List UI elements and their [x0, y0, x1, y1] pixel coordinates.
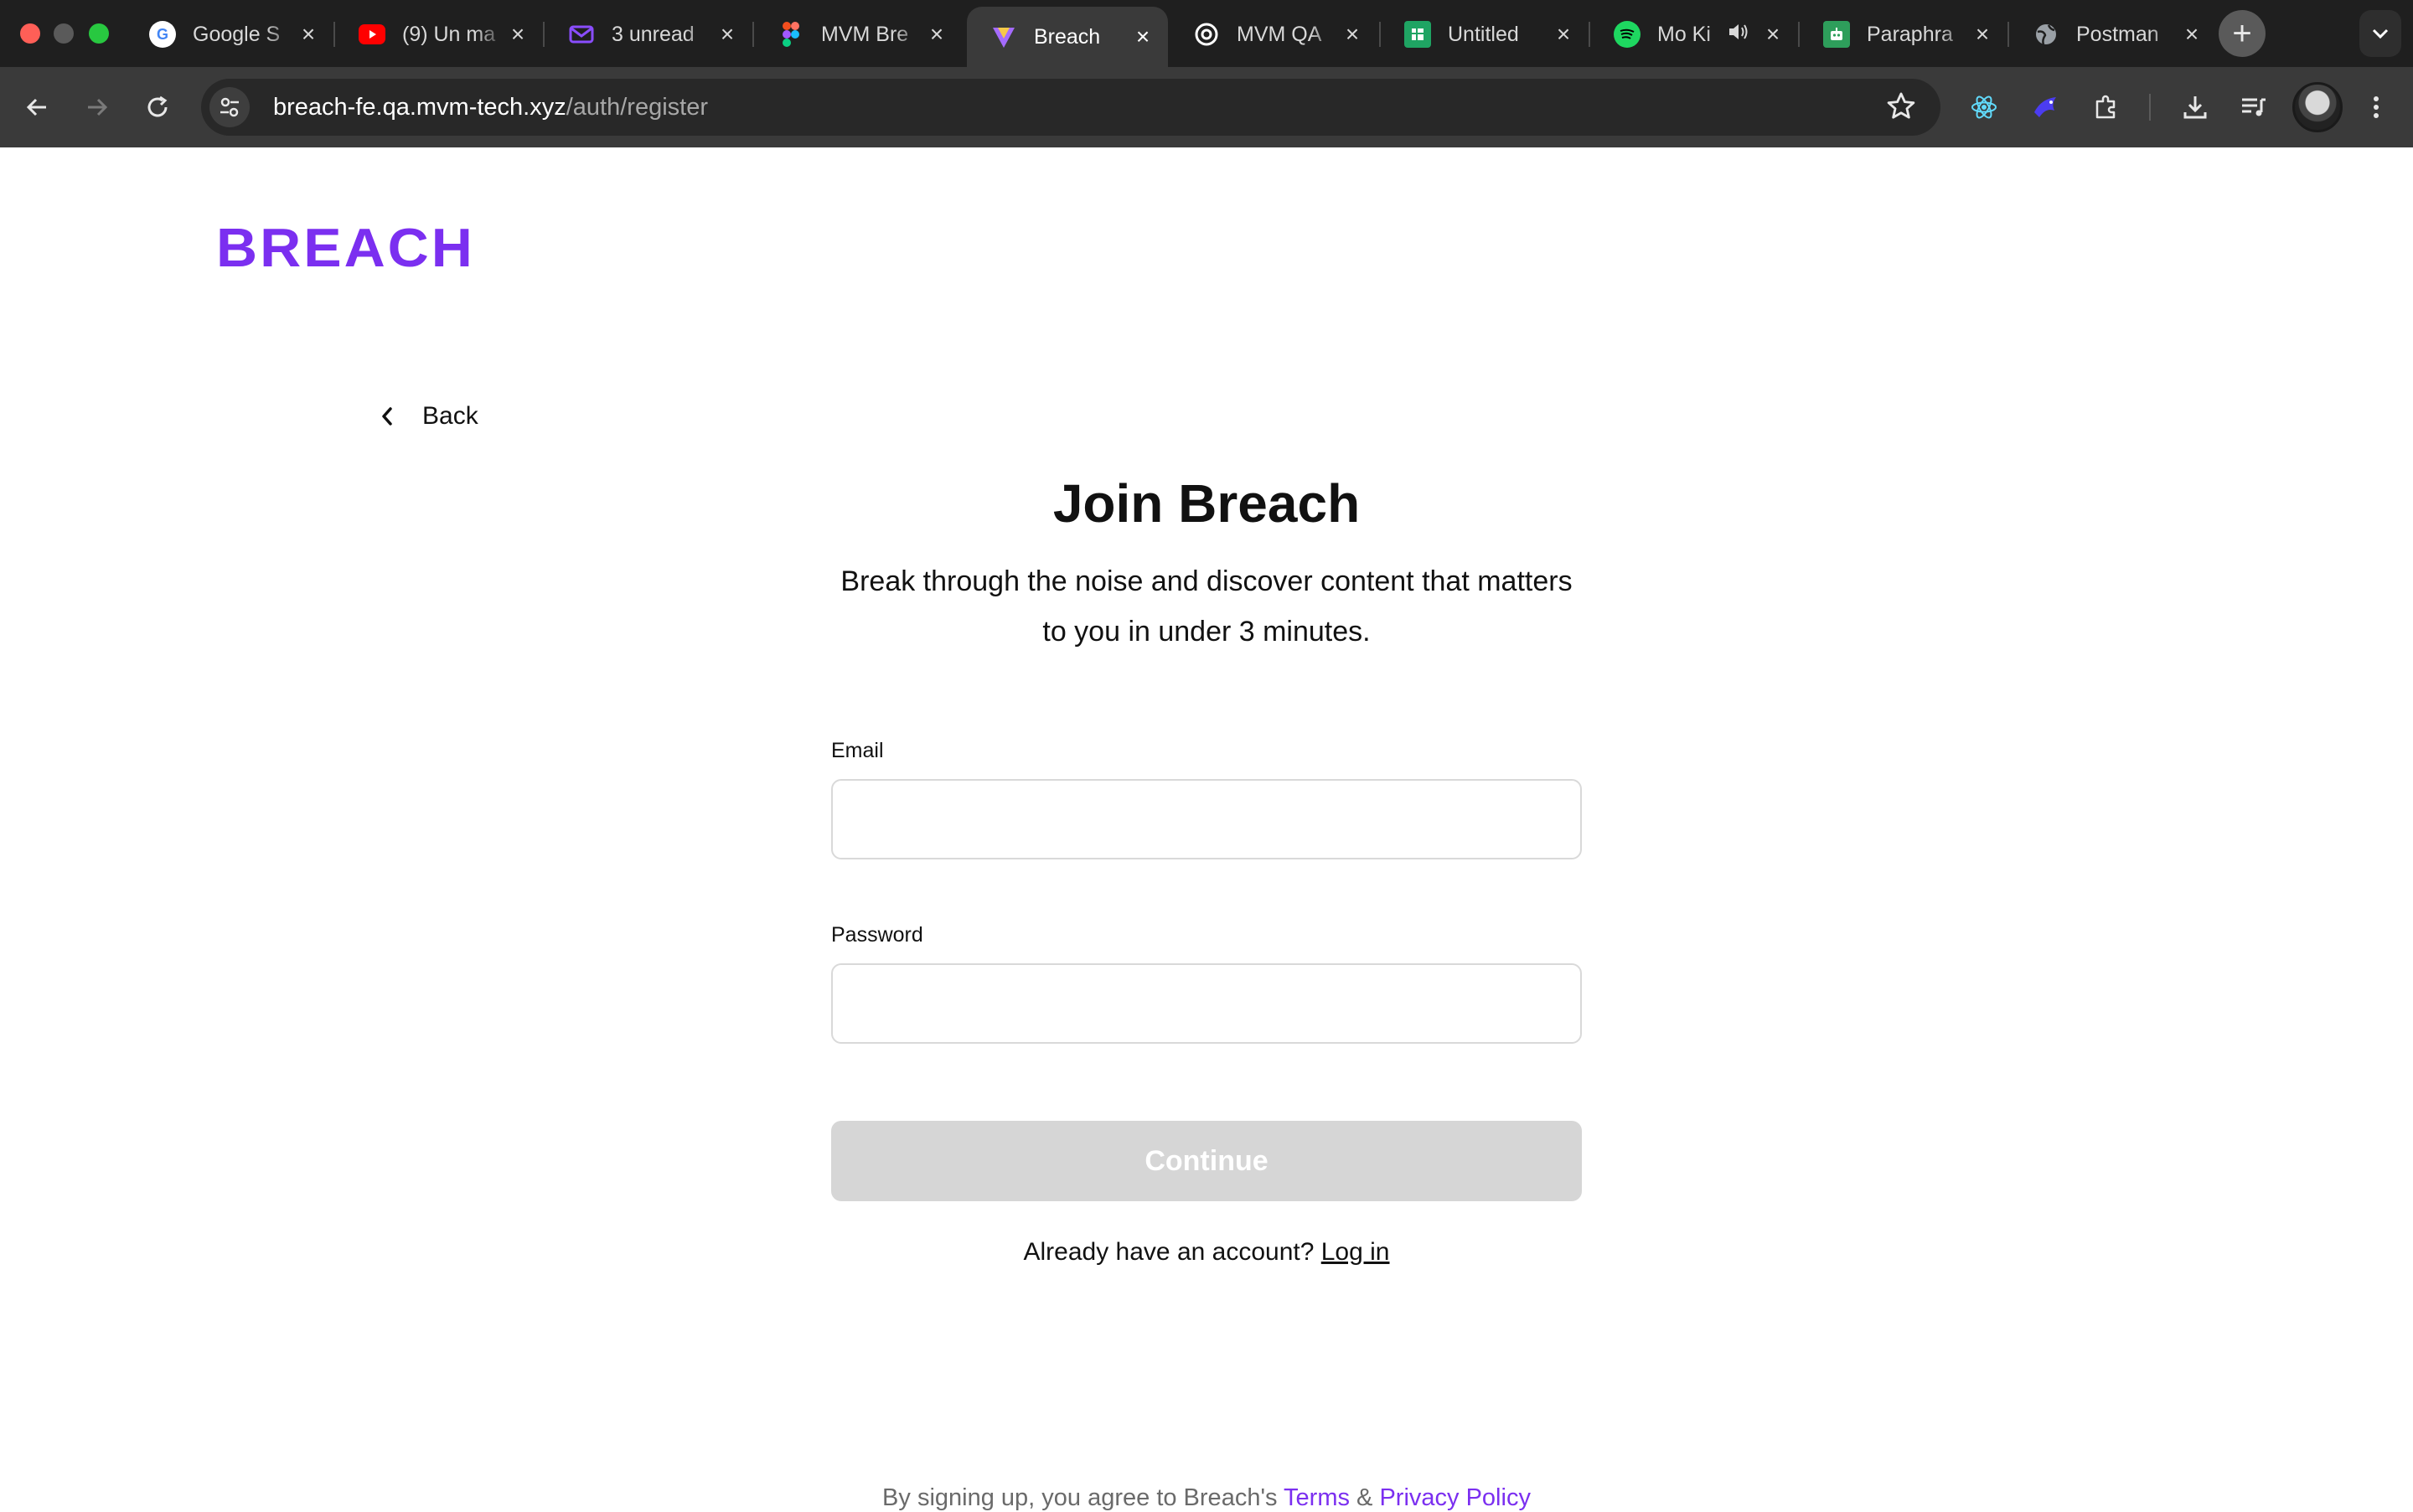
close-tab-icon[interactable]: × — [1552, 21, 1575, 47]
react-devtools-extension[interactable] — [1962, 85, 2006, 129]
login-prompt: Already have an account? Log in — [0, 1238, 2413, 1267]
extensions-button[interactable] — [2085, 85, 2128, 129]
terms-prefix: By signing up, you agree to Breach's — [882, 1484, 1278, 1511]
minimize-window-button[interactable] — [54, 23, 74, 44]
register-page: BREACH Back Join Breach Break through th… — [0, 147, 2413, 1511]
continue-button[interactable]: Continue — [831, 1121, 1582, 1201]
browser-tab[interactable]: (9) Un ma × — [335, 7, 543, 62]
reload-button[interactable] — [136, 85, 179, 129]
media-controls-button[interactable] — [2232, 85, 2276, 129]
sheets-icon — [1404, 21, 1431, 48]
browser-toolbar: breach-fe.qa.mvm-tech.xyz/auth/register — [0, 67, 2413, 147]
tab-search-button[interactable] — [2359, 10, 2401, 57]
mail-icon — [568, 21, 595, 48]
login-prompt-text: Already have an account? — [1023, 1238, 1315, 1266]
openai-icon — [1193, 21, 1220, 48]
close-tab-icon[interactable]: × — [297, 21, 320, 47]
reload-icon — [147, 95, 168, 117]
close-tab-icon[interactable]: × — [1971, 21, 1994, 47]
breach-logo[interactable]: BREACH — [216, 221, 475, 276]
maximize-window-button[interactable] — [89, 23, 109, 44]
speaker-icon[interactable] — [1728, 22, 1749, 48]
bot-icon — [1823, 21, 1850, 48]
spotify-icon — [1614, 21, 1641, 48]
arrow-left-icon — [26, 98, 46, 116]
chevron-left-icon — [379, 404, 404, 429]
close-window-button[interactable] — [20, 23, 40, 44]
bookmark-button[interactable] — [1885, 90, 1917, 126]
close-tab-icon[interactable]: × — [1341, 21, 1364, 47]
browser-menu-button[interactable] — [2354, 85, 2398, 129]
browser-tab[interactable]: MVM Bre × — [754, 7, 962, 62]
password-field[interactable] — [831, 963, 1582, 1044]
star-icon — [1887, 92, 1915, 119]
queue-music-icon — [2242, 98, 2266, 116]
browser-tab[interactable]: 3 unread × — [545, 7, 752, 62]
close-tab-icon[interactable]: × — [1761, 21, 1785, 47]
download-icon — [2183, 96, 2207, 119]
page-title: Join Breach — [1052, 473, 1361, 534]
forward-navigation-button[interactable] — [75, 85, 119, 129]
url-host: breach-fe.qa.mvm-tech.xyz — [273, 93, 566, 121]
close-tab-icon[interactable]: × — [716, 21, 739, 47]
profile-avatar[interactable] — [2292, 82, 2343, 132]
globe-icon — [2033, 21, 2059, 48]
browser-tab[interactable]: Paraphra × — [1800, 7, 2007, 62]
arrow-right-icon — [88, 98, 108, 116]
youtube-icon — [359, 24, 385, 44]
browser-tab[interactable]: Postman × — [2009, 7, 2217, 62]
downloads-button[interactable] — [2173, 85, 2217, 129]
url-path: /auth/register — [566, 93, 708, 121]
back-navigation-button[interactable] — [15, 85, 59, 129]
terms-notice: By signing up, you agree to Breach's Ter… — [0, 1484, 2413, 1512]
terms-ampersand: & — [1356, 1484, 1373, 1511]
chevron-down-icon — [2372, 28, 2389, 39]
back-label: Back — [422, 402, 478, 430]
react-icon — [1971, 95, 1997, 119]
password-label: Password — [831, 923, 923, 947]
puzzle-icon — [2095, 95, 2116, 119]
extension-dragon-icon — [2034, 97, 2056, 117]
toolbar-separator — [2149, 94, 2151, 121]
breach-icon — [990, 23, 1017, 50]
dev-extension[interactable] — [2024, 85, 2068, 129]
browser-tab[interactable]: MVM QA × — [1170, 7, 1377, 62]
browser-tab-strip: G Google S × (9) Un ma × 3 unread × MVM … — [0, 0, 2413, 67]
figma-icon — [778, 21, 804, 48]
email-label: Email — [831, 739, 884, 762]
browser-tab-active[interactable]: Breach × — [967, 7, 1168, 67]
tune-icon — [220, 97, 239, 117]
page-subtitle: Break through the noise and discover con… — [840, 565, 1573, 648]
site-settings-button[interactable] — [209, 87, 250, 127]
close-tab-icon[interactable]: × — [2180, 21, 2204, 47]
browser-tab[interactable]: Untitled × — [1381, 7, 1589, 62]
close-tab-icon[interactable]: × — [1131, 23, 1155, 49]
terms-link[interactable]: Terms — [1284, 1484, 1350, 1511]
url-text[interactable]: breach-fe.qa.mvm-tech.xyz/auth/register — [273, 94, 708, 121]
address-bar[interactable]: breach-fe.qa.mvm-tech.xyz/auth/register — [201, 79, 1940, 136]
back-link[interactable]: Back — [379, 402, 478, 431]
email-field[interactable] — [831, 779, 1582, 859]
close-tab-icon[interactable]: × — [925, 21, 948, 47]
google-icon: G — [149, 21, 176, 48]
more-vert-icon — [2374, 96, 2379, 118]
privacy-policy-link[interactable]: Privacy Policy — [1379, 1484, 1531, 1511]
browser-tab[interactable]: G Google S × — [126, 7, 333, 62]
new-tab-button[interactable]: + — [2219, 10, 2266, 57]
login-link[interactable]: Log in — [1321, 1238, 1390, 1266]
close-tab-icon[interactable]: × — [506, 21, 530, 47]
browser-tab[interactable]: Mo Ki × — [1590, 7, 1798, 62]
